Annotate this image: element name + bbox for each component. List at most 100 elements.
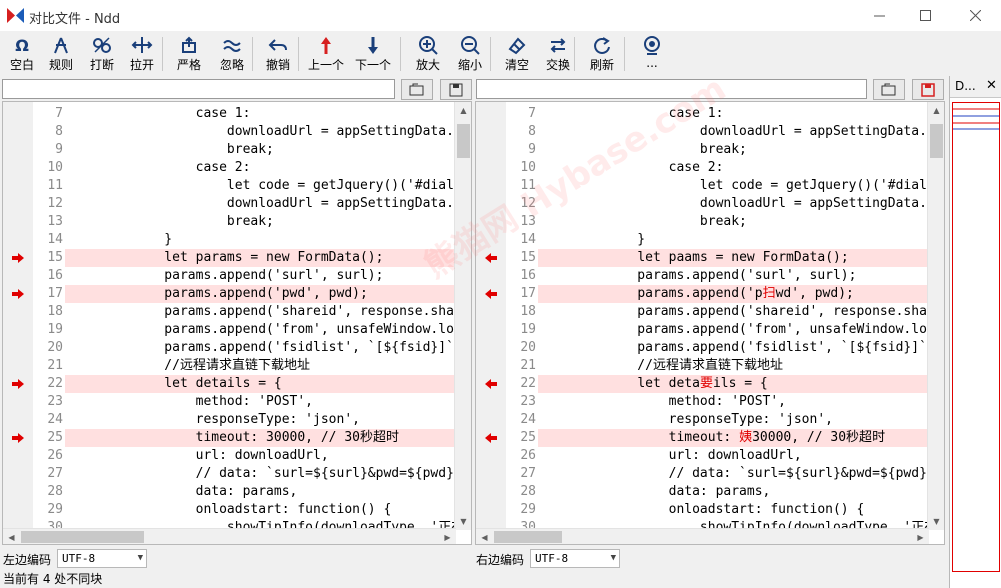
diff-arrow-right-icon[interactable]: [11, 378, 25, 390]
refresh-button[interactable]: 刷新: [583, 33, 621, 75]
code-line[interactable]: 14 }: [476, 231, 929, 249]
code-line[interactable]: 26 url: downloadUrl,: [3, 447, 456, 465]
scroll-thumb[interactable]: [930, 124, 943, 158]
left-encoding-select[interactable]: UTF-8 ▼: [57, 549, 147, 568]
break-button[interactable]: 打断: [83, 33, 121, 75]
right-save-button[interactable]: [912, 79, 944, 100]
stretch-button[interactable]: 拉开: [123, 33, 161, 75]
code-line[interactable]: 7 case 1:: [476, 105, 929, 123]
scroll-left-arrow-icon[interactable]: ◀: [476, 529, 493, 544]
code-line[interactable]: 21 //远程请求直链下载地址: [476, 357, 929, 375]
code-line[interactable]: 7 case 1:: [3, 105, 456, 123]
right-editor[interactable]: 7 case 1: 8 downloadUrl = appSettingData.…: [475, 101, 945, 545]
code-line[interactable]: 10 case 2:: [3, 159, 456, 177]
diff-line[interactable]: 22 let deta要ils = {: [476, 375, 929, 393]
code-line[interactable]: 23 method: 'POST',: [476, 393, 929, 411]
code-line[interactable]: 12 downloadUrl = appSettingData.: [476, 195, 929, 213]
code-line[interactable]: 20 params.append('fsidlist', `[${fsid}]`: [476, 339, 929, 357]
ignore-button[interactable]: 忽略: [213, 33, 251, 75]
code-line[interactable]: 29 onloadstart: function() {: [476, 501, 929, 519]
scroll-up-arrow-icon[interactable]: ▲: [455, 102, 471, 119]
code-line[interactable]: 11 let code = getJquery()('#dial: [476, 177, 929, 195]
code-line[interactable]: 11 let code = getJquery()('#dial: [3, 177, 456, 195]
code-line[interactable]: 28 data: params,: [3, 483, 456, 501]
code-line[interactable]: 13 break;: [3, 213, 456, 231]
code-line[interactable]: 8 downloadUrl = appSettingData.: [476, 123, 929, 141]
strict-button[interactable]: 严格: [170, 33, 208, 75]
code-line[interactable]: 24 responseType: 'json',: [3, 411, 456, 429]
diff-arrow-right-icon[interactable]: [11, 432, 25, 444]
minimize-button[interactable]: [856, 0, 902, 31]
scroll-thumb[interactable]: [21, 531, 144, 543]
zoom-in-button[interactable]: 放大: [409, 33, 447, 75]
left-open-button[interactable]: [401, 79, 433, 100]
diff-line[interactable]: 15 let paams = new FormData();: [476, 249, 929, 267]
code-line[interactable]: 23 method: 'POST',: [3, 393, 456, 411]
code-line[interactable]: 12 downloadUrl = appSettingData.: [3, 195, 456, 213]
code-line[interactable]: 18 params.append('shareid', response.sha: [476, 303, 929, 321]
left-horizontal-scrollbar[interactable]: ◀ ▶: [3, 528, 456, 544]
scroll-right-arrow-icon[interactable]: ▶: [439, 529, 456, 544]
clear-button[interactable]: 清空: [498, 33, 536, 75]
close-panel-icon[interactable]: ✕: [986, 78, 997, 93]
left-save-button[interactable]: [440, 79, 472, 100]
right-horizontal-scrollbar[interactable]: ◀ ▶: [476, 528, 929, 544]
diff-line[interactable]: 17 params.append('pwd', pwd);: [3, 285, 456, 303]
diff-line[interactable]: 25 timeout: 姨30000, // 30秒超时: [476, 429, 929, 447]
blank-button[interactable]: Ω 空白: [3, 33, 41, 75]
right-vertical-scrollbar[interactable]: ▲ ▼: [927, 102, 944, 530]
diff-arrow-right-icon[interactable]: [11, 252, 25, 264]
code-line[interactable]: 21 //远程请求直链下载地址: [3, 357, 456, 375]
code-line[interactable]: 19 params.append('from', unsafeWindow.lo: [476, 321, 929, 339]
diff-arrow-left-icon[interactable]: [484, 252, 498, 264]
diff-line[interactable]: 15 let params = new FormData();: [3, 249, 456, 267]
zoom-out-button[interactable]: 缩小: [451, 33, 489, 75]
left-vertical-scrollbar[interactable]: ▲ ▼: [454, 102, 471, 530]
swap-button[interactable]: 交换: [539, 33, 577, 75]
scroll-left-arrow-icon[interactable]: ◀: [3, 529, 20, 544]
code-line[interactable]: 9 break;: [476, 141, 929, 159]
diff-line[interactable]: 22 let details = {: [3, 375, 456, 393]
next-diff-button[interactable]: 下一个: [354, 33, 392, 75]
code-line[interactable]: 20 params.append('fsidlist', `[${fsid}]`: [3, 339, 456, 357]
code-line[interactable]: 10 case 2:: [476, 159, 929, 177]
code-line[interactable]: 13 break;: [476, 213, 929, 231]
diff-arrow-left-icon[interactable]: [484, 432, 498, 444]
maximize-button[interactable]: [902, 0, 948, 31]
diff-arrow-left-icon[interactable]: [484, 288, 498, 300]
code-line[interactable]: 16 params.append('surl', surl);: [476, 267, 929, 285]
diff-arrow-right-icon[interactable]: [11, 288, 25, 300]
close-window-button[interactable]: [952, 0, 998, 31]
right-open-button[interactable]: [873, 79, 905, 100]
diff-arrow-left-icon[interactable]: [484, 378, 498, 390]
code-line[interactable]: 9 break;: [3, 141, 456, 159]
rules-button[interactable]: 规则: [42, 33, 80, 75]
diff-line[interactable]: 25 timeout: 30000, // 30秒超时: [3, 429, 456, 447]
scroll-up-arrow-icon[interactable]: ▲: [928, 102, 944, 119]
left-editor[interactable]: 7 case 1: 8 downloadUrl = appSettingData.…: [2, 101, 472, 545]
scroll-right-arrow-icon[interactable]: ▶: [912, 529, 929, 544]
left-path-input[interactable]: [2, 79, 395, 99]
diff-overview-map[interactable]: [952, 102, 1000, 572]
scroll-down-arrow-icon[interactable]: ▼: [455, 513, 471, 530]
code-line[interactable]: 18 params.append('shareid', response.sha: [3, 303, 456, 321]
more-button[interactable]: ...: [633, 33, 671, 75]
diff-line[interactable]: 17 params.append('p扫wd', pwd);: [476, 285, 929, 303]
code-line[interactable]: 27 // data: `surl=${surl}&pwd=${pwd}: [3, 465, 456, 483]
code-line[interactable]: 14 }: [3, 231, 456, 249]
code-line[interactable]: 29 onloadstart: function() {: [3, 501, 456, 519]
code-line[interactable]: 28 data: params,: [476, 483, 929, 501]
prev-diff-button[interactable]: 上一个: [307, 33, 345, 75]
code-line[interactable]: 19 params.append('from', unsafeWindow.lo: [3, 321, 456, 339]
code-line[interactable]: 24 responseType: 'json',: [476, 411, 929, 429]
scroll-thumb[interactable]: [457, 124, 470, 158]
code-line[interactable]: 27 // data: `surl=${surl}&pwd=${pwd}: [476, 465, 929, 483]
code-line[interactable]: 16 params.append('surl', surl);: [3, 267, 456, 285]
right-path-input[interactable]: [476, 79, 867, 99]
code-line[interactable]: 26 url: downloadUrl,: [476, 447, 929, 465]
scroll-down-arrow-icon[interactable]: ▼: [928, 513, 944, 530]
scroll-thumb[interactable]: [494, 531, 562, 543]
right-encoding-select[interactable]: UTF-8 ▼: [530, 549, 620, 568]
code-line[interactable]: 8 downloadUrl = appSettingData.: [3, 123, 456, 141]
undo-button[interactable]: 撤销: [259, 33, 297, 75]
